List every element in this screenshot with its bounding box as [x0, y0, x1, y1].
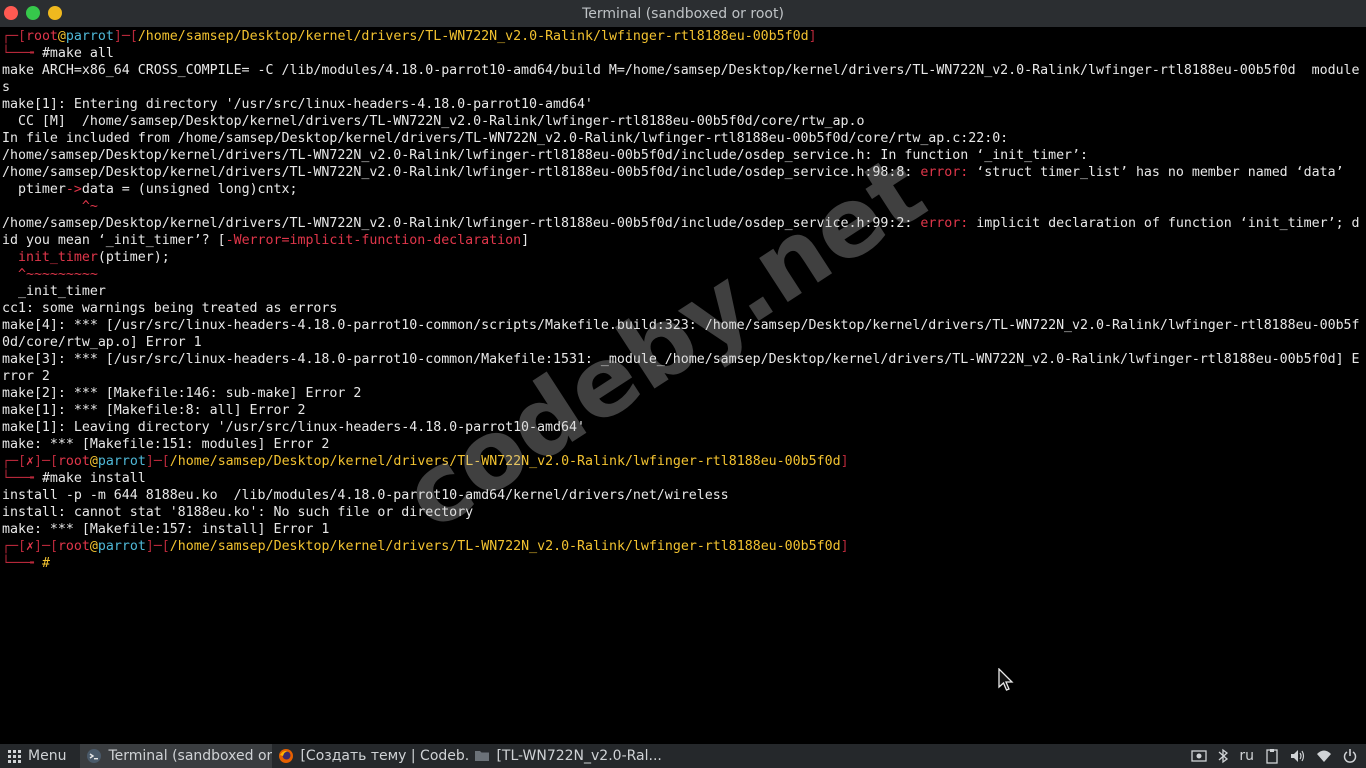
power-icon[interactable]: [1342, 748, 1358, 764]
taskbar-item-label: Terminal (sandboxed or...: [108, 748, 273, 764]
output-line: CC [M] /home/samsep/Desktop/kernel/drive…: [2, 114, 865, 129]
error-line: /home/samsep/Desktop/kernel/drivers/TL-W…: [2, 165, 1344, 180]
command-line: └──╼ #make all: [2, 46, 114, 61]
minimize-window-button[interactable]: [48, 6, 62, 20]
taskbar-item-terminal[interactable]: Terminal (sandboxed or...: [80, 744, 273, 768]
output-line: make: *** [Makefile:157: install] Error …: [2, 522, 330, 537]
taskbar-item-label: [Создать тему | Codeb...: [300, 748, 469, 764]
window-titlebar[interactable]: Terminal (sandboxed or root): [0, 0, 1366, 27]
mouse-pointer-icon: [998, 668, 1014, 691]
output-line: install -p -m 644 8188eu.ko /lib/modules…: [2, 488, 729, 503]
taskbar-item-browser[interactable]: [Создать тему | Codeb...: [272, 744, 468, 768]
output-line: In file included from /home/samsep/Deskt…: [2, 131, 1009, 146]
screenshot-tool-icon[interactable]: [1191, 748, 1208, 764]
firefox-icon: [279, 749, 294, 763]
output-line: make[4]: *** [/usr/src/linux-headers-4.1…: [2, 318, 1360, 333]
output-line: make: *** [Makefile:151: modules] Error …: [2, 437, 330, 452]
output-line: make[1]: Entering directory '/usr/src/li…: [2, 97, 593, 112]
output-line: s: [2, 80, 10, 95]
prompt-line: ┌─[✗]─[root@parrot]─[/home/samsep/Deskto…: [2, 454, 849, 469]
start-menu-button[interactable]: Menu: [0, 744, 72, 768]
maximize-window-button[interactable]: [26, 6, 40, 20]
output-line: make[1]: *** [Makefile:8: all] Error 2: [2, 403, 306, 418]
prompt-line: ┌─[✗]─[root@parrot]─[/home/samsep/Deskto…: [2, 539, 849, 554]
grid-menu-icon: [8, 750, 21, 763]
output-line: make ARCH=x86_64 CROSS_COMPILE= -C /lib/…: [2, 63, 1360, 78]
output-line: 0d/core/rtw_ap.o] Error 1: [2, 335, 202, 350]
keyboard-layout-indicator[interactable]: ru: [1239, 748, 1254, 764]
output-line: /home/samsep/Desktop/kernel/drivers/TL-W…: [2, 148, 1089, 163]
caret-line: ^~: [2, 199, 98, 214]
taskbar-item-label: [TL-WN722N_v2.0-Ral...: [496, 748, 662, 764]
command-line: └──╼ #make install: [2, 471, 146, 486]
menu-label: Menu: [28, 748, 67, 764]
output-line: make[1]: Leaving directory '/usr/src/lin…: [2, 420, 585, 435]
bluetooth-icon[interactable]: [1217, 748, 1229, 764]
volume-icon[interactable]: [1290, 748, 1306, 764]
code-line: init_timer(ptimer);: [2, 250, 170, 265]
command-input-line[interactable]: └──╼ #: [2, 555, 1366, 572]
code-line: ptimer->data = (unsigned long)cntx;: [2, 182, 298, 197]
output-line: make[3]: *** [/usr/src/linux-headers-4.1…: [2, 352, 1360, 367]
folder-icon: [475, 751, 490, 761]
hint-line: _init_timer: [2, 284, 106, 299]
output-line: make[2]: *** [Makefile:146: sub-make] Er…: [2, 386, 362, 401]
output-line: install: cannot stat '8188eu.ko': No suc…: [2, 505, 474, 520]
taskbar: Menu Terminal (sandboxed or... [Создать …: [0, 744, 1366, 768]
output-line: cc1: some warnings being treated as erro…: [2, 301, 338, 316]
error-line: id you mean ‘_init_timer’? [-Werror=impl…: [2, 233, 530, 248]
error-line: /home/samsep/Desktop/kernel/drivers/TL-W…: [2, 216, 1360, 231]
clipboard-icon[interactable]: [1264, 748, 1280, 764]
terminal-icon: [87, 749, 102, 763]
caret-line: ^~~~~~~~~~: [2, 267, 98, 282]
output-line: rror 2: [2, 369, 50, 384]
wifi-icon[interactable]: [1316, 748, 1332, 764]
terminal-output[interactable]: ┌─[root@parrot]─[/home/samsep/Desktop/ke…: [0, 27, 1366, 744]
system-tray: ru: [1191, 744, 1366, 768]
prompt-line: ┌─[root@parrot]─[/home/samsep/Desktop/ke…: [2, 29, 817, 44]
taskbar-item-folder[interactable]: [TL-WN722N_v2.0-Ral...: [468, 744, 668, 768]
window-title: Terminal (sandboxed or root): [582, 5, 784, 22]
close-window-button[interactable]: [4, 6, 18, 20]
